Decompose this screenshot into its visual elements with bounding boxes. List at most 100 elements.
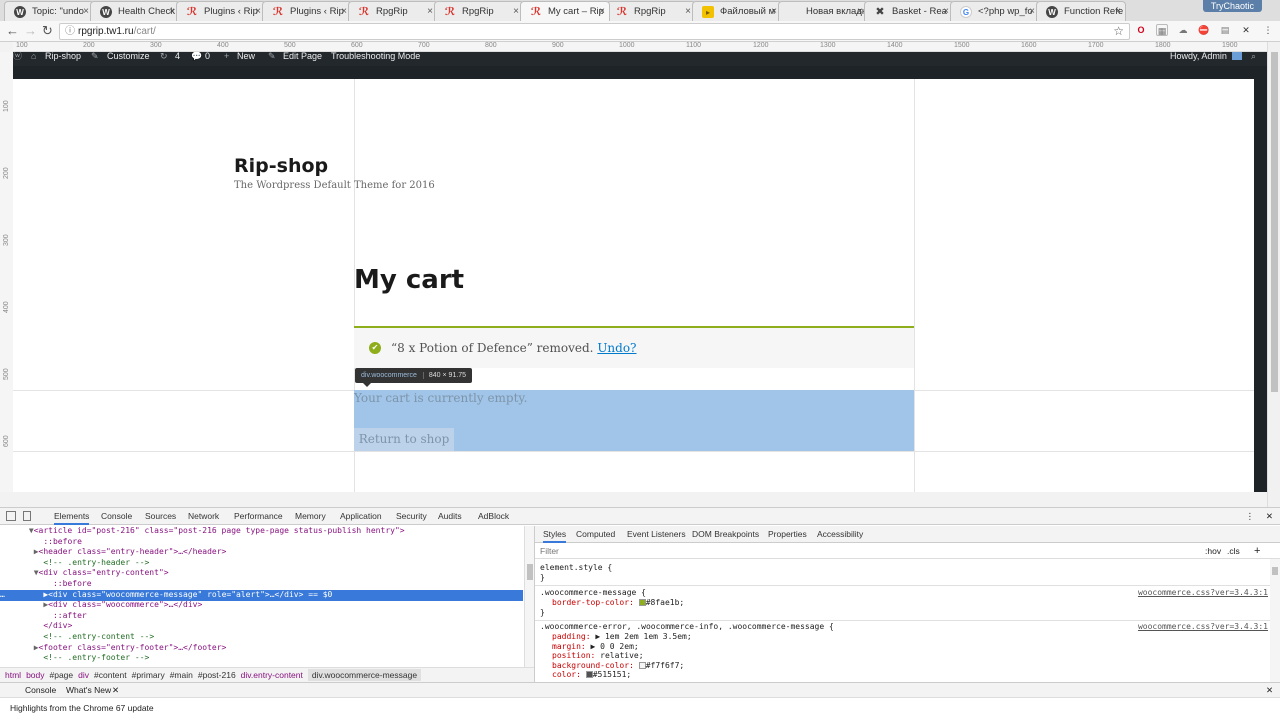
rule-property-line[interactable]: background-color: #f7f6f7; — [552, 661, 684, 671]
close-icon[interactable]: ✕ — [112, 683, 119, 698]
breadcrumb-item[interactable]: #primary — [132, 670, 165, 680]
admin-troubleshoot-link[interactable]: Troubleshooting Mode — [331, 52, 420, 61]
rule-source-link[interactable]: woocommerce.css?ver=3.4.3:1 — [1138, 622, 1268, 631]
browser-tab[interactable]: W Function Refe × — [1036, 1, 1126, 21]
opera-extension-icon[interactable]: O — [1135, 24, 1147, 36]
tab-close-icon[interactable]: × — [427, 2, 433, 21]
browser-tab[interactable]: ℛ RpgRip × — [348, 1, 438, 21]
browser-tab[interactable]: ℛ My cart – Rip × — [520, 1, 610, 21]
drawer-close-icon[interactable]: ✕ — [1266, 683, 1273, 698]
cloud-extension-icon[interactable]: ☁ — [1177, 24, 1189, 36]
devtools-close-icon[interactable]: ✕ — [1266, 508, 1273, 525]
devtools-tab-sources[interactable]: Sources — [145, 508, 176, 525]
dom-node-line[interactable]: ::after — [0, 611, 523, 622]
elements-scrollbar[interactable] — [524, 526, 534, 667]
dom-node-line[interactable]: ▶<header class="entry-header">…</header> — [0, 547, 523, 558]
browser-tab[interactable]: W Health Check × — [90, 1, 180, 21]
scrollbar-thumb[interactable] — [1271, 52, 1278, 392]
devtools-tab-console[interactable]: Console — [101, 508, 132, 525]
rule-property-line[interactable]: margin: ▶ 0 0 2em; — [552, 642, 639, 652]
wordpress-icon[interactable]: ⓦ — [13, 52, 22, 61]
address-bar[interactable]: ⓘ rpgrip.tw1.ru/cart/ ☆ — [59, 23, 1130, 40]
devtools-tab-application[interactable]: Application — [340, 508, 382, 525]
dom-node-line[interactable]: ::before — [0, 537, 523, 548]
devtools-tab-performance[interactable]: Performance — [234, 508, 283, 525]
dom-node-line[interactable]: … ▶<div class="woocommerce-message" role… — [0, 589, 523, 601]
browser-tab[interactable]: ℛ RpgRip × — [434, 1, 524, 21]
admin-updates-count[interactable]: 4 — [175, 52, 180, 61]
drawer-tab-whats-new[interactable]: What's New — [66, 683, 111, 698]
dom-node-line[interactable]: ▶<div class="woocommerce">…</div> — [0, 600, 523, 611]
tab-close-icon[interactable]: × — [255, 2, 261, 21]
tab-close-icon[interactable]: × — [1115, 2, 1121, 21]
breadcrumb-item[interactable]: div.woocommerce-message — [307, 669, 422, 681]
devtools-tab-memory[interactable]: Memory — [295, 508, 326, 525]
bookmark-star-icon[interactable]: ☆ — [1113, 24, 1124, 39]
rule-source-link[interactable]: woocommerce.css?ver=3.4.3:1 — [1138, 588, 1268, 597]
breadcrumb-item[interactable]: html — [5, 670, 21, 680]
admin-customize-link[interactable]: Customize — [107, 52, 150, 61]
tab-close-icon[interactable]: × — [857, 2, 863, 21]
tab-close-icon[interactable]: × — [943, 2, 949, 21]
hover-toggle[interactable]: :hov — [1205, 544, 1221, 559]
dom-node-line[interactable]: </div> — [0, 621, 523, 632]
admin-edit-link[interactable]: Edit Page — [283, 52, 322, 61]
reload-icon[interactable]: ↻ — [42, 23, 53, 39]
styles-tab-dom-breakpoints[interactable]: DOM Breakpoints — [692, 526, 759, 543]
browser-tab[interactable]: ▸ Файловый м × — [692, 1, 782, 21]
tab-close-icon[interactable]: × — [83, 2, 89, 21]
styles-tab-accessibility[interactable]: Accessibility — [817, 526, 863, 543]
tab-close-icon[interactable]: × — [169, 2, 175, 21]
return-to-shop-button[interactable]: Return to shop — [354, 428, 454, 451]
devtools-tab-adblock[interactable]: AdBlock — [478, 508, 509, 525]
color-swatch[interactable] — [638, 661, 646, 669]
breadcrumb-item[interactable]: #post-216 — [198, 670, 236, 680]
admin-howdy[interactable]: Howdy, Admin — [1170, 52, 1227, 61]
forward-icon[interactable]: → — [24, 23, 37, 39]
extension-icon-2[interactable]: ▤ — [1219, 24, 1231, 36]
breadcrumb-item[interactable]: #content — [94, 670, 127, 680]
device-toolbar-icon[interactable] — [23, 511, 31, 521]
admin-site-link[interactable]: Rip-shop — [45, 52, 81, 61]
adblock-extension-icon[interactable]: ⛔ — [1198, 24, 1210, 36]
class-toggle[interactable]: .cls — [1227, 544, 1240, 559]
menu-icon[interactable]: ⋮ — [1262, 24, 1274, 36]
tab-close-icon[interactable]: × — [771, 2, 777, 21]
styles-tab-computed[interactable]: Computed — [576, 526, 615, 543]
breadcrumb-item[interactable]: div — [78, 670, 89, 680]
browser-tab[interactable]: G <?php wp_fo × — [950, 1, 1040, 21]
close-extension-icon[interactable]: ✕ — [1240, 24, 1252, 36]
color-swatch[interactable] — [638, 599, 646, 606]
dom-node-line[interactable]: ::before — [0, 579, 523, 590]
breadcrumb-item[interactable]: #page — [50, 670, 74, 680]
tab-close-icon[interactable]: × — [599, 2, 605, 21]
extension-icon[interactable]: ▦ — [1156, 24, 1168, 36]
new-rule-icon[interactable]: + — [1254, 544, 1260, 559]
breadcrumb-item[interactable]: div.entry-content — [241, 670, 303, 680]
admin-new-link[interactable]: New — [237, 52, 255, 61]
undo-link[interactable]: Undo? — [597, 341, 636, 355]
dom-node-line[interactable]: ▶<footer class="entry-footer">…</footer> — [0, 643, 523, 654]
rule-property-line[interactable]: color: #515151; — [552, 670, 631, 680]
avatar[interactable] — [1232, 52, 1242, 60]
tab-close-icon[interactable]: × — [341, 2, 347, 21]
color-swatch[interactable] — [585, 671, 593, 678]
browser-tab[interactable]: ℛ Plugins ‹ Rip × — [176, 1, 266, 21]
dom-node-line[interactable]: ▼<div class="entry-content"> — [0, 568, 523, 579]
tab-close-icon[interactable]: × — [1029, 2, 1035, 21]
browser-tab[interactable]: W Topic: "undo × — [4, 1, 94, 21]
dom-node-line[interactable]: ▼<article id="post-216" class="post-216 … — [0, 526, 523, 537]
styles-filter-input[interactable] — [540, 545, 1195, 557]
rule-property-line[interactable]: border-top-color: #8fae1b; — [552, 598, 684, 608]
scrollbar-thumb[interactable] — [1272, 567, 1278, 575]
devtools-tab-elements[interactable]: Elements — [54, 508, 90, 525]
site-title[interactable]: Rip-shop — [234, 155, 328, 177]
search-icon[interactable]: ⌕ — [1251, 52, 1256, 61]
dom-node-line[interactable]: <!-- .entry-content --> — [0, 632, 523, 643]
rule-property-line[interactable]: position: relative; — [552, 651, 644, 661]
browser-tab[interactable]: ℛ RpgRip × — [606, 1, 696, 21]
styles-tab-properties[interactable]: Properties — [768, 526, 807, 543]
rule-property-line[interactable]: padding: ▶ 1em 2em 1em 3.5em; — [552, 632, 692, 642]
dom-node-line[interactable]: <!-- .entry-header --> — [0, 558, 523, 569]
browser-tab[interactable]: Новая вкладка × — [778, 1, 868, 21]
